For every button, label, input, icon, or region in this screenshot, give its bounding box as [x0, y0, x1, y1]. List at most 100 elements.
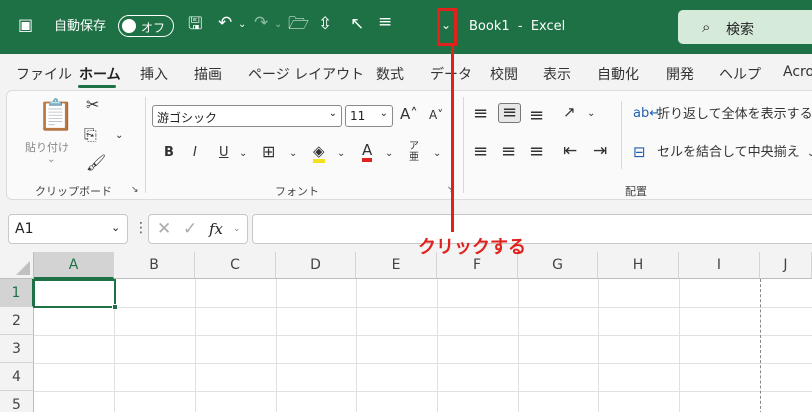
open-folder-icon[interactable]: 🗁 [288, 16, 309, 33]
paste-dropdown-icon[interactable]: ⌄ [47, 155, 55, 165]
more-options-icon[interactable]: ⋮ [134, 220, 148, 236]
column-header[interactable]: C [195, 252, 276, 279]
undo-icon[interactable]: ↶ [218, 15, 232, 32]
tab-review[interactable]: 校閲 [490, 64, 518, 84]
align-middle-icon[interactable]: ≡ [498, 103, 522, 123]
tab-file[interactable]: ファイル [16, 64, 72, 84]
gridline [276, 279, 277, 412]
bold-button[interactable]: B [164, 146, 174, 159]
chevron-down-icon[interactable]: ⌄ [111, 221, 120, 234]
decrease-font-icon[interactable]: A˅ [429, 109, 443, 121]
chevron-down-icon: ⌄ [379, 108, 388, 119]
paste-label[interactable]: 貼り付け [25, 139, 69, 155]
autosave-label: 自動保存 [54, 19, 107, 34]
fill-color-dropdown-icon[interactable]: ⌄ [337, 149, 345, 159]
tab-page-layout[interactable]: ページ レイアウト [248, 64, 364, 84]
search-box[interactable]: ⌕ 検索 [678, 10, 812, 44]
chevron-down-icon: ⌄ [328, 108, 337, 119]
font-size-combo[interactable]: 11 ⌄ [345, 105, 393, 127]
autosave-state: オフ [141, 21, 166, 35]
wrap-text-button[interactable]: 折り返して全体を表示する [657, 108, 812, 121]
column-header[interactable]: H [598, 252, 679, 279]
undo-dropdown-icon[interactable]: ⌄ [238, 20, 246, 30]
align-icon[interactable]: ≡ [378, 14, 392, 31]
name-box[interactable]: A1 ⌄ [8, 214, 128, 244]
gridline [356, 279, 357, 412]
tab-insert[interactable]: 挿入 [140, 64, 168, 84]
phonetic-guide-icon[interactable]: ア亜 [409, 141, 419, 163]
fill-handle[interactable] [112, 304, 118, 310]
font-color-icon[interactable]: A [362, 143, 373, 162]
formula-input[interactable] [252, 214, 812, 244]
autosave-toggle[interactable]: オフ [118, 15, 174, 37]
tab-draw[interactable]: 描画 [194, 64, 222, 84]
chevron-down-icon[interactable]: ⌄ [233, 224, 241, 234]
clipboard-launcher-icon[interactable]: ↘ [131, 185, 139, 195]
column-width-icon[interactable]: ⇳ [318, 16, 332, 33]
column-header[interactable]: G [518, 252, 598, 279]
row-header[interactable]: 4 [0, 363, 34, 391]
borders-dropdown-icon[interactable]: ⌄ [289, 149, 297, 159]
column-header[interactable]: B [114, 252, 195, 279]
redo-icon[interactable]: ↷ [254, 15, 268, 32]
underline-button[interactable]: U [219, 146, 229, 159]
phonetic-dropdown-icon[interactable]: ⌄ [433, 149, 441, 159]
save-icon[interactable]: 🖫 [188, 16, 202, 33]
copy-icon[interactable]: ⎘ [84, 127, 97, 143]
gridline [34, 363, 812, 364]
increase-indent-icon[interactable]: ⇥ [593, 143, 607, 160]
selected-cell[interactable] [33, 279, 118, 310]
toggle-knob [122, 19, 136, 33]
tab-formulas[interactable]: 数式 [376, 64, 404, 84]
column-header[interactable]: A [34, 252, 114, 279]
font-group-label: フォント [275, 185, 319, 198]
copy-dropdown-icon[interactable]: ⌄ [115, 131, 123, 141]
align-left-icon[interactable]: ≡ [473, 143, 488, 161]
column-header[interactable]: J [760, 252, 812, 279]
tab-view[interactable]: 表示 [543, 64, 571, 84]
font-color-dropdown-icon[interactable]: ⌄ [385, 149, 393, 159]
align-bottom-icon[interactable]: ≡ [529, 107, 544, 125]
select-objects-icon[interactable]: ↖ [350, 16, 364, 33]
paste-icon[interactable]: 📋 [37, 101, 74, 131]
increase-font-icon[interactable]: A˄ [400, 107, 418, 122]
row-header[interactable]: 1 [0, 279, 34, 307]
font-name-combo[interactable]: 游ゴシック ⌄ [152, 105, 342, 127]
redo-dropdown-icon[interactable]: ⌄ [274, 20, 282, 30]
row-header[interactable]: 2 [0, 307, 34, 335]
tab-developer[interactable]: 開発 [666, 64, 694, 84]
ribbon-separator [621, 101, 622, 169]
cancel-icon[interactable]: ✕ [157, 219, 171, 239]
tab-automate[interactable]: 自動化 [597, 64, 639, 84]
format-painter-icon[interactable]: 🖌 [86, 155, 106, 171]
column-header[interactable]: D [276, 252, 356, 279]
worksheet-grid[interactable]: A B C D E F G H I J 1 2 3 4 5 [0, 252, 812, 412]
row-header[interactable]: 5 [0, 391, 34, 412]
merge-center-icon[interactable]: ⊟ [633, 145, 646, 160]
align-center-icon[interactable]: ≡ [501, 143, 516, 161]
insert-function-button[interactable]: fx [209, 220, 223, 238]
formula-controls: ✕ ✓ fx ⌄ [148, 214, 248, 244]
fill-color-icon[interactable]: ◈ [313, 144, 325, 163]
tab-help[interactable]: ヘルプ [719, 64, 761, 84]
row-header[interactable]: 3 [0, 335, 34, 363]
tab-home[interactable]: ホーム [79, 64, 121, 84]
borders-icon[interactable]: ⊞ [262, 144, 275, 160]
align-top-icon[interactable]: ≡ [473, 105, 488, 123]
italic-button[interactable]: I [193, 146, 197, 159]
merge-center-button[interactable]: セルを結合して中央揃え [657, 146, 800, 159]
underline-dropdown-icon[interactable]: ⌄ [239, 149, 247, 159]
column-header[interactable]: I [679, 252, 760, 279]
orientation-icon[interactable]: ↗ [563, 105, 576, 120]
tab-acrobat[interactable]: Acro [783, 64, 812, 80]
cut-icon[interactable]: ✂ [86, 97, 99, 113]
orientation-dropdown-icon[interactable]: ⌄ [587, 109, 595, 119]
gridline [195, 279, 196, 412]
align-right-icon[interactable]: ≡ [529, 143, 544, 161]
select-all-corner[interactable] [0, 252, 34, 279]
enter-icon[interactable]: ✓ [183, 219, 197, 239]
merge-dropdown-icon[interactable]: ⌄ [807, 149, 812, 159]
alignment-group-label: 配置 [625, 185, 647, 198]
title-bar: ▣ 自動保存 オフ 🖫 ↶ ⌄ ↷ ⌄ 🗁 ⇳ ↖ ≡ ⌄ Book1 - Ex… [0, 0, 812, 54]
decrease-indent-icon[interactable]: ⇤ [563, 143, 577, 160]
